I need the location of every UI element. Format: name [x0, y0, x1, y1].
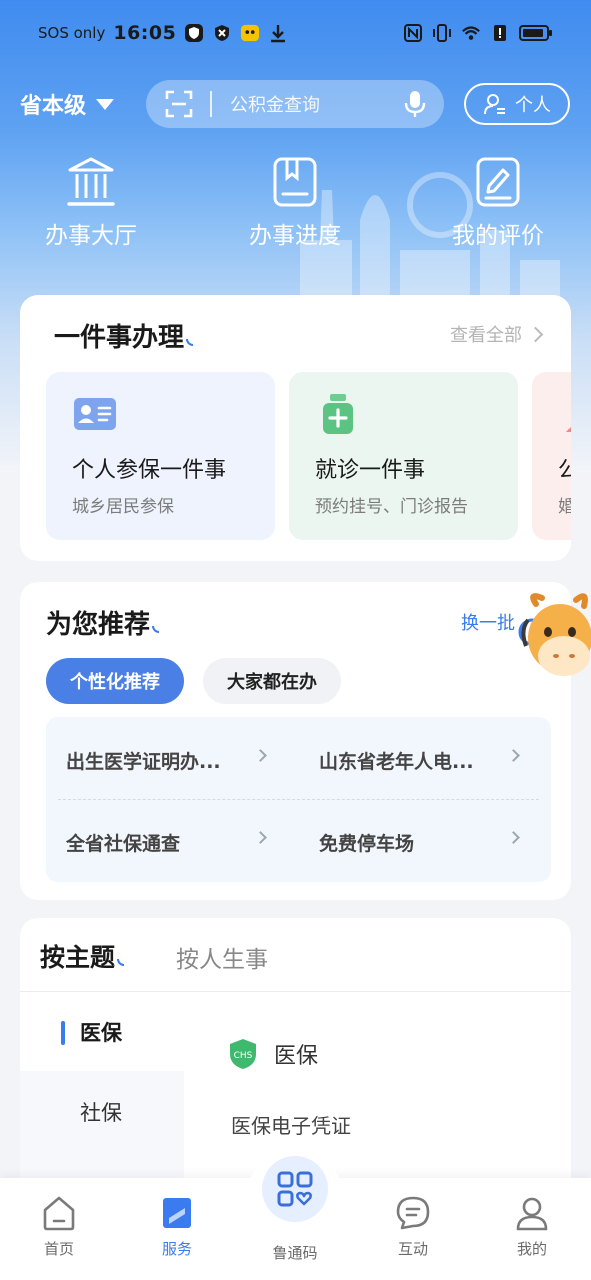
caret-down-icon — [96, 98, 115, 110]
tab-service[interactable]: 服务 — [137, 1194, 217, 1259]
title-accent-mark — [152, 626, 160, 633]
tile-partial[interactable]: 公 婚 — [532, 372, 571, 540]
id-card-icon — [74, 398, 116, 430]
service-bookmark-icon — [163, 1198, 191, 1228]
sidebar-item-social-security[interactable]: 社保 — [80, 1097, 122, 1127]
recommend-item[interactable]: 全省社保通查 — [66, 829, 180, 856]
sidebar-item-label: 医保 — [80, 1021, 122, 1045]
tab-mine[interactable]: 我的 — [492, 1194, 572, 1259]
progress-book-icon — [273, 157, 317, 207]
profile-icon — [516, 1197, 548, 1231]
person-switch-icon — [484, 94, 505, 115]
tab-label: 互动 — [397, 1240, 428, 1258]
home-icon — [43, 1196, 75, 1231]
tile-subtitle: 婚 — [558, 497, 571, 517]
quick-actions: 办事大厅 办事进度 我的评价 — [0, 156, 591, 256]
sos-text: SOS only — [38, 24, 106, 42]
tab-by-life-event[interactable]: 按人生事 — [176, 940, 268, 974]
tile-subtitle: 城乡居民参保 — [72, 497, 174, 517]
download-icon — [271, 25, 286, 43]
recommend-card: 为您推荐 换一批 个性化推荐 大家都在办 出生医学证明办... 山东省老年人电.… — [20, 582, 591, 900]
tab-by-theme[interactable]: 按主题 — [40, 938, 125, 974]
chevron-right-icon — [254, 831, 267, 844]
mascot-ox-icon[interactable] — [518, 590, 591, 690]
chevron-right-icon — [507, 831, 520, 844]
refresh-batch-button[interactable]: 换一批 — [461, 609, 515, 635]
scan-icon[interactable] — [164, 89, 194, 119]
tile-subtitle: 预约挂号、门诊报告 — [315, 497, 468, 517]
medicine-bottle-icon — [323, 394, 353, 434]
tile-title: 公 — [558, 458, 571, 483]
svg-text:CHS: CHS — [234, 1051, 253, 1061]
one-thing-card: 一件事办理 查看全部 个人参保一件事 城乡居民参保 就诊一件事 预约挂号、门诊报… — [20, 295, 571, 561]
chevron-right-icon — [507, 749, 520, 762]
quick-action-progress[interactable]: 办事进度 — [225, 156, 365, 250]
title-accent-mark — [117, 959, 125, 966]
see-all-link[interactable]: 查看全部 — [450, 321, 544, 347]
recommend-item[interactable]: 出生医学证明办... — [66, 747, 221, 774]
shield-app-icon — [185, 24, 204, 42]
see-all-label: 查看全部 — [450, 325, 522, 346]
vibrate-icon — [433, 24, 451, 42]
wifi-icon — [462, 26, 480, 40]
review-edit-icon — [476, 157, 520, 207]
region-label: 省本级 — [20, 94, 87, 119]
chevron-right-icon — [527, 326, 544, 342]
tab-interact[interactable]: 互动 — [373, 1194, 453, 1259]
tab-label-qr: 鲁通码 — [272, 1244, 318, 1262]
title-accent-mark — [186, 339, 194, 346]
sidebar-item-medical-insurance[interactable]: 医保 — [20, 993, 184, 1071]
search-bar[interactable]: 公积金查询 — [146, 80, 444, 128]
quick-action-label: 我的评价 — [452, 223, 544, 249]
recommend-item[interactable]: 山东省老年人电... — [319, 747, 474, 774]
quick-action-hall[interactable]: 办事大厅 — [21, 156, 161, 250]
person-icon — [566, 427, 571, 432]
status-time: 16:05 — [113, 22, 177, 44]
nfc-icon — [404, 24, 422, 42]
tab-label: 我的 — [516, 1240, 547, 1258]
alert-icon — [494, 25, 506, 41]
recommend-item[interactable]: 免费停车场 — [319, 829, 414, 856]
recommend-divider — [58, 799, 539, 800]
building-icon — [67, 157, 115, 206]
chevron-right-icon — [254, 749, 267, 762]
recommend-title: 为您推荐 — [46, 604, 160, 641]
medical-insurance-shield-icon: CHS — [230, 1039, 256, 1069]
one-thing-title: 一件事办理 — [54, 317, 194, 354]
region-selector[interactable]: 省本级 — [20, 88, 115, 120]
tile-medical-visit[interactable]: 就诊一件事 预约挂号、门诊报告 — [289, 372, 518, 540]
content-heading: CHS 医保 — [228, 1038, 318, 1070]
security-app-icon — [215, 25, 230, 41]
tab-home[interactable]: 首页 — [19, 1194, 99, 1259]
topic-tabs: 按主题 按人生事 — [20, 918, 571, 992]
battery-icon — [519, 25, 552, 41]
search-input[interactable]: 公积金查询 — [230, 91, 404, 117]
qr-code-icon — [277, 1171, 313, 1207]
quick-action-review[interactable]: 我的评价 — [428, 156, 568, 250]
tab-label: 服务 — [161, 1240, 192, 1258]
content-heading-label: 医保 — [274, 1044, 319, 1069]
tile-title: 就诊一件事 — [315, 458, 426, 483]
header-bar: 省本级 公积金查询 个人 — [0, 78, 591, 130]
medical-e-voucher-link[interactable]: 医保电子凭证 — [231, 1110, 351, 1139]
game-app-icon — [241, 24, 260, 42]
personal-mode-button[interactable]: 个人 — [464, 83, 570, 125]
personal-label: 个人 — [515, 95, 551, 116]
tab-label: 首页 — [43, 1240, 74, 1258]
tab-personalized[interactable]: 个性化推荐 — [46, 658, 184, 704]
tile-personal-insurance[interactable]: 个人参保一件事 城乡居民参保 — [46, 372, 275, 540]
tab-popular[interactable]: 大家都在办 — [203, 658, 341, 704]
recommend-list: 出生医学证明办... 山东省老年人电... 全省社保通查 免费停车场 — [46, 717, 551, 882]
quick-action-label: 办事进度 — [249, 223, 341, 249]
chat-icon — [396, 1196, 430, 1230]
search-divider — [210, 91, 212, 117]
status-bar: SOS only 16:05 — [0, 0, 591, 66]
quick-action-label: 办事大厅 — [45, 223, 137, 249]
qr-code-button[interactable] — [262, 1156, 328, 1222]
microphone-icon[interactable] — [404, 90, 426, 118]
tile-title: 个人参保一件事 — [72, 458, 227, 483]
active-indicator — [61, 1021, 65, 1045]
